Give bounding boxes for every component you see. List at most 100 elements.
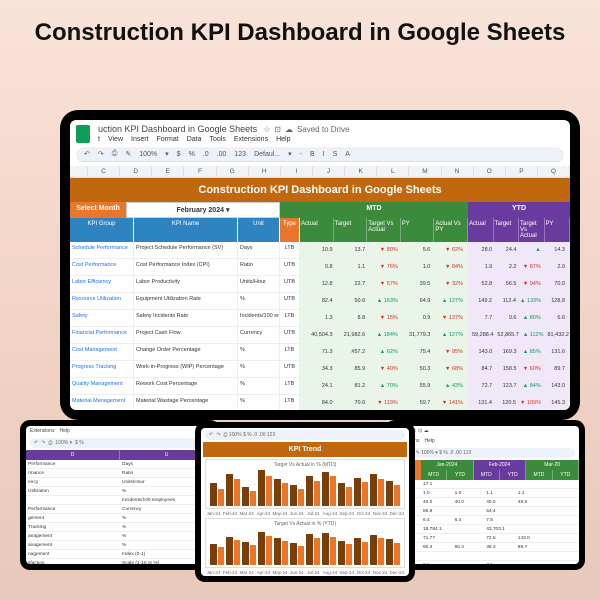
- table-row[interactable]: SafetySafety Incidents RateIncidents/100…: [70, 310, 570, 327]
- menu-extensions[interactable]: Extensions: [234, 136, 268, 143]
- column-header[interactable]: [70, 166, 88, 177]
- paint-format-icon[interactable]: ✎: [123, 150, 133, 158]
- chart-bar: [266, 476, 273, 506]
- list-item[interactable]: Tracking%: [26, 523, 214, 532]
- list-item[interactable]: Incidents/100 employees: [26, 496, 214, 505]
- redo-icon[interactable]: ↷: [41, 440, 45, 446]
- print-icon[interactable]: ⎙: [110, 150, 120, 158]
- table-row[interactable]: Cost PerformanceCost Performance Index (…: [70, 259, 570, 276]
- list-item[interactable]: 172.350.450.439.389.7: [391, 543, 579, 552]
- menu-edit[interactable]: t: [98, 136, 100, 143]
- menu-item[interactable]: Help: [424, 438, 434, 444]
- redo-icon[interactable]: ↷: [96, 150, 106, 158]
- currency-button[interactable]: $: [175, 151, 183, 158]
- bold-button[interactable]: B: [308, 151, 317, 158]
- menu-insert[interactable]: Insert: [131, 136, 149, 143]
- column-header[interactable]: Q: [538, 166, 570, 177]
- table-row[interactable]: Progress TrackingWork-in-Progress (WIP) …: [70, 361, 570, 378]
- bar-group: [290, 468, 304, 506]
- menu-view[interactable]: View: [108, 136, 123, 143]
- redo-icon[interactable]: ↷: [216, 432, 220, 438]
- column-header[interactable]: O: [474, 166, 506, 177]
- list-item[interactable]: anagement%: [26, 541, 214, 550]
- list-item[interactable]: 1.01.01.01.11.1: [391, 489, 579, 498]
- number-format-button[interactable]: 123: [232, 151, 248, 158]
- folder-icon[interactable]: ⊡: [274, 125, 281, 134]
- bar-group: [210, 527, 224, 565]
- column-header[interactable]: N: [442, 166, 474, 177]
- chart-bar: [234, 540, 241, 565]
- menu-format[interactable]: Format: [157, 136, 179, 143]
- list-item[interactable]: 14.18.13.1: [391, 561, 579, 564]
- print-icon[interactable]: ⎙: [48, 440, 52, 446]
- column-header[interactable]: I: [281, 166, 313, 177]
- increase-decimal-button[interactable]: .00: [215, 151, 229, 158]
- table-row[interactable]: Material ManagementMaterial Wastage Perc…: [70, 395, 570, 410]
- list-item[interactable]: 308.071.7772.5143.0: [391, 534, 579, 543]
- sheets-logo-icon[interactable]: [76, 125, 90, 143]
- list-item[interactable]: 49,836.618,784.143,703.1: [391, 525, 579, 534]
- menu-item[interactable]: Help: [59, 428, 69, 434]
- undo-icon[interactable]: ↶: [34, 440, 38, 446]
- ytd-header: YTD: [468, 202, 570, 218]
- chart-bar: [386, 481, 393, 506]
- column-header[interactable]: M: [409, 166, 441, 177]
- list-item[interactable]: 223.386.854.4: [391, 507, 579, 516]
- star-icon[interactable]: ☆: [263, 125, 270, 134]
- bar-group: [386, 527, 400, 565]
- list-item[interactable]: YTD17.1: [391, 480, 579, 489]
- text-color-button[interactable]: A: [343, 151, 352, 158]
- chart-mtd: Target Vs Actual in % (MTD): [205, 459, 405, 509]
- chart-ytd: Target Vs Actual in % (YTD): [205, 518, 405, 568]
- list-item[interactable]: PerformanceDays: [26, 460, 214, 469]
- column-header[interactable]: H: [249, 166, 281, 177]
- list-item[interactable]: 114.440.040.040.048.6: [391, 498, 579, 507]
- column-header[interactable]: D: [120, 166, 152, 177]
- column-header[interactable]: G: [217, 166, 249, 177]
- list-item[interactable]: nagementIndex (0-1): [26, 550, 214, 559]
- list-item[interactable]: gement%: [26, 514, 214, 523]
- list-item[interactable]: encyUnits/Hour: [26, 478, 214, 487]
- decrease-decimal-button[interactable]: .0: [201, 151, 211, 158]
- chart-bar: [370, 474, 377, 506]
- font-size-minus[interactable]: -: [298, 151, 304, 158]
- month-dropdown[interactable]: February 2024 ▾: [126, 202, 280, 218]
- list-item[interactable]: sfactionScale (1-10 or %): [26, 559, 214, 564]
- column-header[interactable]: E: [152, 166, 184, 177]
- list-item[interactable]: 3.96.46.47.5: [391, 516, 579, 525]
- italic-button[interactable]: I: [321, 151, 327, 158]
- percent-button[interactable]: %: [187, 151, 197, 158]
- column-header[interactable]: J: [313, 166, 345, 177]
- document-title[interactable]: uction KPI Dashboard in Google Sheets: [98, 124, 257, 134]
- list-item[interactable]: 215.0: [391, 552, 579, 561]
- font-select[interactable]: Defaul...: [252, 151, 282, 158]
- column-header[interactable]: K: [345, 166, 377, 177]
- table-row[interactable]: Schedule PerformanceProject Schedule Per…: [70, 242, 570, 259]
- table-row[interactable]: Financial PerformanceProject Cash FlowCu…: [70, 327, 570, 344]
- list-item[interactable]: PerformanceCurrency: [26, 505, 214, 514]
- list-item[interactable]: Utilization%: [26, 487, 214, 496]
- undo-icon[interactable]: ↶: [82, 150, 92, 158]
- table-row[interactable]: Labor EfficiencyLabor ProductivityUnits/…: [70, 276, 570, 293]
- menu-tools[interactable]: Tools: [209, 136, 225, 143]
- menu-data[interactable]: Data: [187, 136, 202, 143]
- table-row[interactable]: Resource UtilizationEquipment Utilizatio…: [70, 293, 570, 310]
- menu-item[interactable]: Extensions: [30, 428, 54, 434]
- column-header[interactable]: L: [377, 166, 409, 177]
- table-row[interactable]: Cost ManagementChange Order Percentage%L…: [70, 344, 570, 361]
- chart-bar: [282, 541, 289, 565]
- column-header[interactable]: P: [506, 166, 538, 177]
- list-item[interactable]: anagement%: [26, 532, 214, 541]
- column-header[interactable]: C: [88, 166, 120, 177]
- col-ytd-target: Target: [494, 218, 520, 242]
- table-row[interactable]: Quality ManagementRework Cost Percentage…: [70, 378, 570, 395]
- tablet-left: Extensions Help ↶ ↷ ⎙ 100% ▾$ % D U Perf…: [20, 420, 220, 570]
- strike-button[interactable]: S: [331, 151, 340, 158]
- bar-group: [290, 527, 304, 565]
- list-item[interactable]: rmanceRatio: [26, 469, 214, 478]
- chart-bar: [210, 483, 217, 506]
- zoom-select[interactable]: 100%: [137, 151, 159, 158]
- menu-help[interactable]: Help: [276, 136, 290, 143]
- undo-icon[interactable]: ↶: [209, 432, 213, 438]
- column-header[interactable]: F: [184, 166, 216, 177]
